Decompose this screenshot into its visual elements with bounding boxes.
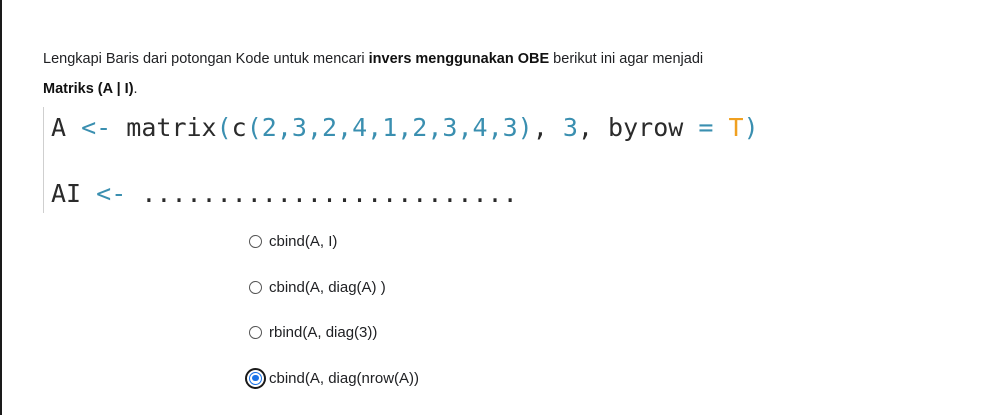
option-label: cbind(A, I) xyxy=(269,232,338,250)
code-func-matrix: matrix xyxy=(126,113,217,142)
code-func-c: c xyxy=(231,113,247,142)
code-separator: , xyxy=(577,113,593,142)
code-equals-op: = xyxy=(698,113,714,142)
question-matrix-label: Matriks (A | I) xyxy=(43,81,134,97)
code-close-paren: ) xyxy=(743,113,759,142)
question-text-before: Lengkapi Baris dari potongan Kode untuk … xyxy=(43,51,369,67)
code-line-2: AI <- ......................... xyxy=(51,179,518,208)
option-label: cbind(A, diag(nrow(A)) xyxy=(269,369,420,387)
code-true-constant: T xyxy=(728,113,744,142)
question-bold-phrase: invers menggunakan OBE xyxy=(368,51,550,67)
code-c-open-paren: ( xyxy=(246,113,262,142)
radio-button-selected[interactable] xyxy=(245,367,266,389)
code-separator: , xyxy=(532,113,548,142)
code-rows-arg: 3 xyxy=(562,113,578,142)
question-text-after: berikut ini agar menjadi xyxy=(549,51,704,67)
code-assign-op: <- xyxy=(96,179,127,208)
option-2[interactable]: cbind(A, diag(A) ) xyxy=(249,275,386,299)
option-label: cbind(A, diag(A) ) xyxy=(269,278,386,296)
option-1[interactable]: cbind(A, I) xyxy=(249,229,337,253)
code-c-close-paren: ) xyxy=(517,113,533,142)
code-line-1: A <- matrix(c(2,3,2,4,1,2,3,4,3), 3, byr… xyxy=(51,113,759,142)
option-4[interactable]: cbind(A, diag(nrow(A)) xyxy=(245,366,420,390)
radio-button[interactable] xyxy=(249,234,262,248)
code-open-paren: ( xyxy=(216,113,232,142)
code-assign-op: <- xyxy=(81,113,112,142)
code-blank: ......................... xyxy=(141,179,518,208)
code-numbers: 2,3,2,4,1,2,3,4,3 xyxy=(261,113,518,142)
radio-button[interactable] xyxy=(249,280,262,294)
question-period: . xyxy=(133,81,138,97)
code-var-ai: AI xyxy=(51,179,82,208)
question-text: Lengkapi Baris dari potongan Kode untuk … xyxy=(43,44,943,104)
radio-button[interactable] xyxy=(249,325,262,339)
code-block: A <- matrix(c(2,3,2,4,1,2,3,4,3), 3, byr… xyxy=(43,107,924,213)
option-3[interactable]: rbind(A, diag(3)) xyxy=(249,320,377,344)
code-byrow-arg: byrow xyxy=(608,113,684,142)
left-border xyxy=(0,0,2,415)
option-label: rbind(A, diag(3)) xyxy=(269,323,378,341)
code-var-a: A xyxy=(51,113,67,142)
